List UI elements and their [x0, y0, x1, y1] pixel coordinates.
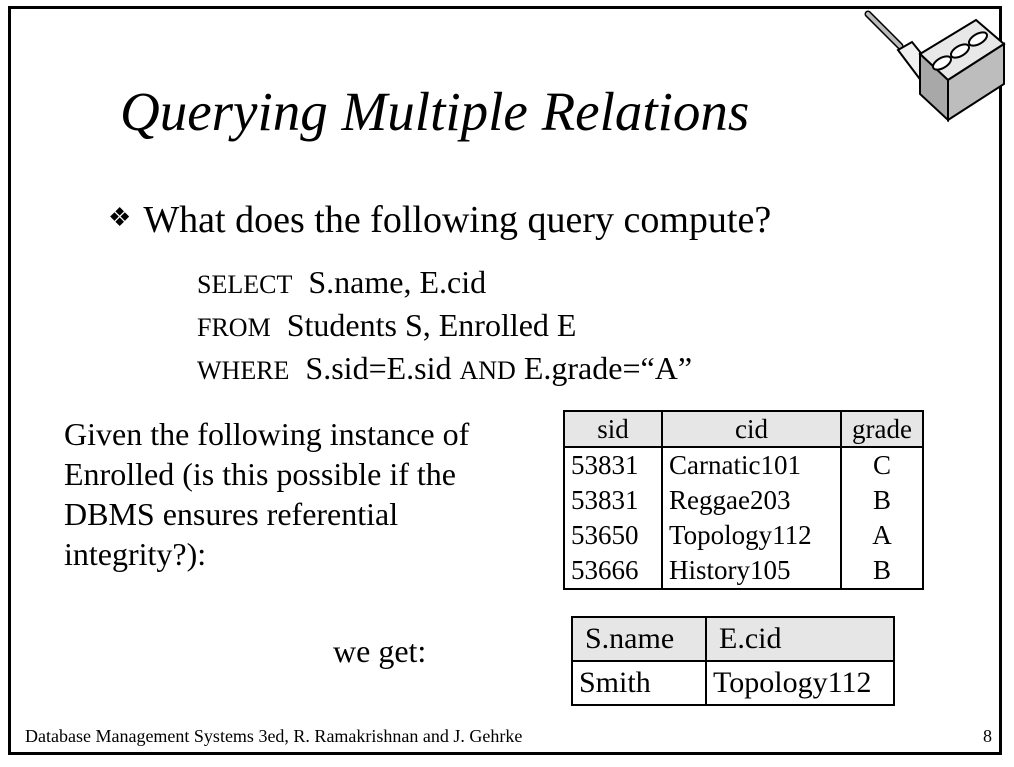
- cell-grade: C: [840, 447, 924, 483]
- bullet-text: What does the following query compute?: [143, 199, 772, 241]
- column-header-cid: cid: [661, 410, 842, 448]
- cell-cid: Carnatic101: [661, 447, 842, 483]
- we-get-label: we get:: [333, 633, 427, 669]
- cell-grade: B: [840, 483, 924, 518]
- diamond-bullet-icon: ❖: [108, 203, 132, 232]
- sql-select-line: SELECT S.name, E.cid: [197, 264, 487, 300]
- table-row: 53650 Topology112 A: [563, 518, 924, 553]
- table-header-row: sid cid grade: [563, 410, 924, 448]
- cell-ecid: Topology112: [705, 660, 895, 706]
- column-header-sname: S.name: [571, 616, 707, 662]
- table-row: 53831 Reggae203 B: [563, 483, 924, 518]
- column-header-ecid: E.cid: [705, 616, 895, 662]
- column-header-grade: grade: [840, 410, 924, 448]
- result-table: S.name E.cid Smith Topology112: [571, 616, 895, 706]
- cell-grade: B: [840, 553, 924, 590]
- bullet-point: ❖ What does the following query compute?: [108, 198, 771, 242]
- footer-citation: Database Management Systems 3ed, R. Rama…: [25, 726, 523, 746]
- cell-cid: History105: [661, 553, 842, 590]
- cell-sid: 53831: [563, 483, 663, 518]
- table-header-row: S.name E.cid: [571, 616, 895, 662]
- sql-where-line: WHERE S.sid=E.sid AND E.grade=“A”: [197, 350, 693, 386]
- cell-cid: Topology112: [661, 518, 842, 553]
- table-row: Smith Topology112: [571, 660, 895, 706]
- enrolled-table: sid cid grade 53831 Carnatic101 C 53831 …: [563, 410, 924, 590]
- column-header-sid: sid: [563, 410, 663, 448]
- cell-cid: Reggae203: [661, 483, 842, 518]
- database-brick-trowel-logo: [864, 10, 1006, 123]
- cell-sid: 53666: [563, 553, 663, 590]
- given-instance-text: Given the following instance of Enrolled…: [64, 416, 470, 572]
- cell-sid: 53831: [563, 447, 663, 483]
- slide-title: Querying Multiple Relations: [120, 81, 750, 142]
- cell-sname: Smith: [571, 660, 707, 706]
- sql-query: SELECT S.name, E.cid FROM Students S, En…: [197, 262, 692, 391]
- table-row: 53831 Carnatic101 C: [563, 447, 924, 483]
- sql-from-line: FROM Students S, Enrolled E: [197, 307, 577, 343]
- page-number: 8: [983, 726, 992, 746]
- cell-sid: 53650: [563, 518, 663, 553]
- table-row: 53666 History105 B: [563, 553, 924, 590]
- cell-grade: A: [840, 518, 924, 553]
